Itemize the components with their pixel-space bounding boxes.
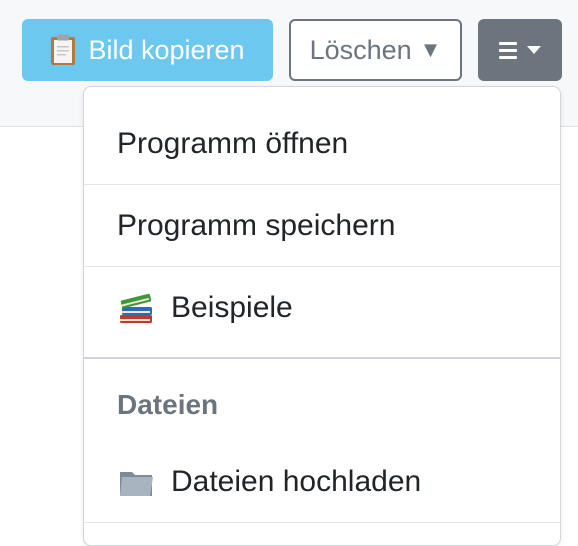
clipboard-icon xyxy=(50,34,76,66)
copy-image-button[interactable]: Bild kopieren xyxy=(22,19,273,81)
copy-image-label: Bild kopieren xyxy=(88,34,245,65)
caret-down-icon xyxy=(527,46,541,54)
menu-item-examples[interactable]: Beispiele xyxy=(84,267,560,349)
folder-icon xyxy=(117,463,155,501)
menu-toggle-button[interactable] xyxy=(478,19,562,81)
delete-label: Löschen xyxy=(309,34,412,65)
books-icon xyxy=(117,289,155,327)
menu-item-save-program[interactable]: Programm speichern xyxy=(84,185,560,267)
delete-dropdown-button[interactable]: Löschen ▼ xyxy=(289,19,462,81)
section-header-files: Dateien xyxy=(117,389,219,420)
menu-item-label: Beispiele xyxy=(171,291,293,324)
triangle-down-icon: ▼ xyxy=(419,37,442,62)
hamburger-menu-icon xyxy=(499,41,517,59)
menu-item-upload-files[interactable]: Dateien hochladen xyxy=(84,441,560,523)
menu-item-label: Programm öffnen xyxy=(117,126,349,160)
menu-item-open-program[interactable]: Programm öffnen xyxy=(84,103,560,185)
menu-item-label: Programm speichern xyxy=(117,208,396,242)
main-menu-dropdown: Programm öffnen Programm speichern Beisp… xyxy=(83,86,561,546)
menu-divider xyxy=(84,357,560,359)
menu-item-label: Dateien hochladen xyxy=(171,464,422,498)
